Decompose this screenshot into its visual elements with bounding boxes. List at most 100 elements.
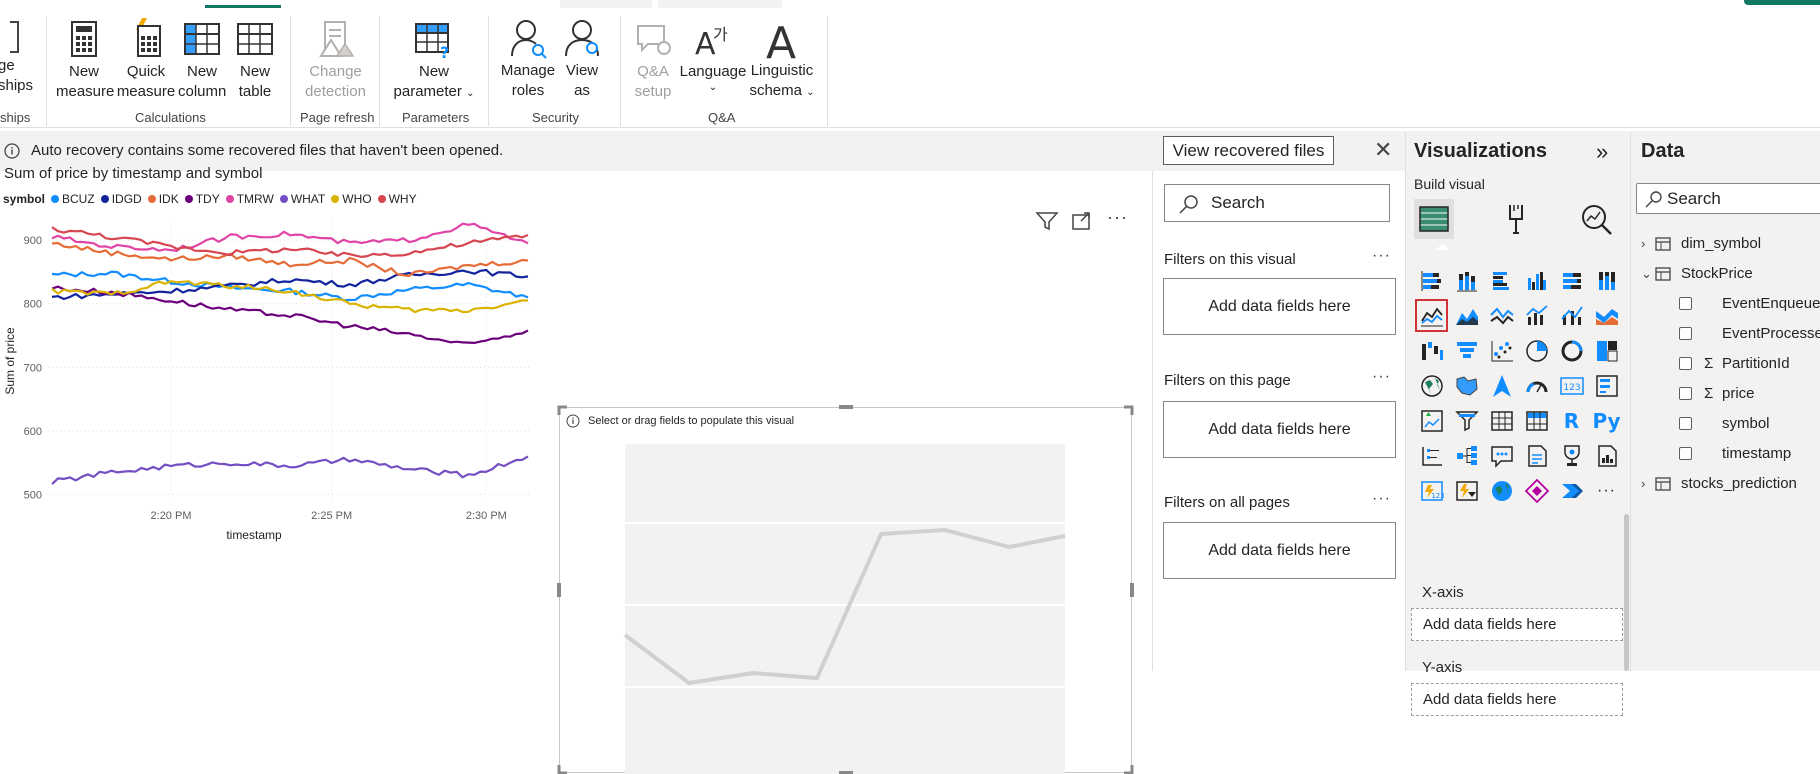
- legend-item[interactable]: TDY: [184, 192, 220, 206]
- focus-mode-icon[interactable]: [1071, 211, 1093, 231]
- collapse-pane-icon[interactable]: »: [1596, 139, 1608, 165]
- field-symbol[interactable]: symbol: [1679, 415, 1770, 432]
- line-chart[interactable]: 500 600 700 800 900 2:20 PM 2:25 PM 2:30 PM time…: [0, 211, 540, 631]
- filters-search-input[interactable]: Search: [1164, 184, 1390, 222]
- build-visual-tab[interactable]: [1414, 199, 1454, 239]
- viz-more-button[interactable]: ···: [1589, 473, 1624, 508]
- viz-azure-map-button[interactable]: [1484, 368, 1519, 403]
- viz-qa-button[interactable]: [1484, 438, 1519, 473]
- viz-clustered-column-button[interactable]: [1519, 263, 1554, 298]
- qa-setup-button[interactable]: Q&A setup: [630, 20, 676, 102]
- viz-area-chart-button[interactable]: [1449, 298, 1484, 333]
- field-checkbox[interactable]: [1679, 297, 1692, 310]
- filters-on-page-drop[interactable]: Add data fields here: [1163, 401, 1396, 458]
- legend-item[interactable]: WHAT: [279, 192, 325, 206]
- x-axis-drop[interactable]: Add data fields here: [1411, 608, 1623, 641]
- legend-item[interactable]: WHY: [377, 192, 417, 206]
- viz-100-stacked-bar-button[interactable]: [1554, 263, 1589, 298]
- viz-stacked-area-button[interactable]: [1484, 298, 1519, 333]
- language-button[interactable]: A가 Language ⌄: [679, 20, 747, 94]
- viz-multirow-card-button[interactable]: [1589, 368, 1624, 403]
- viz-ribbon-chart-button[interactable]: [1589, 298, 1624, 333]
- viz-slicer-button[interactable]: [1449, 403, 1484, 438]
- new-parameter-button[interactable]: ? New parameter ⌄: [390, 20, 478, 104]
- viz-goals-button[interactable]: [1554, 438, 1589, 473]
- viz-card-button[interactable]: 123: [1554, 368, 1589, 403]
- publish-button-edge[interactable]: [1744, 0, 1820, 5]
- field-checkbox[interactable]: [1679, 327, 1692, 340]
- series-line-why[interactable]: [51, 226, 529, 259]
- view-as-button[interactable]: View as: [560, 18, 604, 101]
- close-icon[interactable]: ✕: [1374, 139, 1392, 161]
- viz-power-apps-2-button[interactable]: [1519, 473, 1554, 508]
- viz-map-button[interactable]: [1414, 368, 1449, 403]
- field-checkbox[interactable]: [1679, 357, 1692, 370]
- field-price[interactable]: Σ price: [1679, 385, 1755, 402]
- viz-matrix-button[interactable]: [1519, 403, 1554, 438]
- viz-100-stacked-column-button[interactable]: [1589, 263, 1624, 298]
- viz-power-apps-button[interactable]: 123: [1414, 473, 1449, 508]
- viz-scatter-button[interactable]: [1484, 333, 1519, 368]
- viz-stacked-column-button[interactable]: [1449, 263, 1484, 298]
- viz-table-button[interactable]: [1484, 403, 1519, 438]
- manage-relationships-button[interactable]: ge ships: [0, 18, 33, 96]
- series-line-tdy[interactable]: [51, 285, 529, 344]
- field-timestamp[interactable]: timestamp: [1679, 445, 1791, 462]
- viz-waterfall-button[interactable]: [1414, 333, 1449, 368]
- viz-key-influencers-button[interactable]: [1414, 438, 1449, 473]
- viz-clustered-bar-button[interactable]: [1484, 263, 1519, 298]
- viz-smart-narrative-button[interactable]: [1519, 438, 1554, 473]
- viz-funnel-button[interactable]: [1449, 333, 1484, 368]
- new-measure-button[interactable]: New measure: [56, 20, 114, 102]
- analytics-tab[interactable]: [1576, 199, 1616, 239]
- field-eventprocessedutctime[interactable]: EventProcessedUtcTime: [1679, 325, 1820, 342]
- field-checkbox[interactable]: [1679, 447, 1692, 460]
- field-checkbox[interactable]: [1679, 417, 1692, 430]
- new-table-button[interactable]: New table: [232, 20, 278, 102]
- table-stockprice[interactable]: ⌄ StockPrice: [1641, 265, 1753, 282]
- viz-line-clustered-column-button[interactable]: [1554, 298, 1589, 333]
- viz-filled-map-button[interactable]: [1449, 368, 1484, 403]
- viz-power-automate-button[interactable]: [1449, 473, 1484, 508]
- legend-item[interactable]: BCUZ: [51, 192, 95, 206]
- series-line-what[interactable]: [51, 455, 529, 485]
- filters-on-all-pages-drop[interactable]: Add data fields here: [1163, 522, 1396, 579]
- viz-power-automate-2-button[interactable]: [1554, 473, 1589, 508]
- viz-scrollbar[interactable]: [1624, 514, 1629, 671]
- viz-python-visual-button[interactable]: Py: [1589, 403, 1624, 438]
- linguistic-schema-button[interactable]: A Linguistic schema ⌄: [748, 18, 816, 103]
- viz-paginated-report-button[interactable]: [1589, 438, 1624, 473]
- format-visual-tab[interactable]: [1496, 199, 1536, 239]
- viz-stacked-bar-button[interactable]: [1414, 263, 1449, 298]
- table-dim-symbol[interactable]: › dim_symbol: [1641, 235, 1761, 252]
- filter-icon[interactable]: [1035, 211, 1059, 231]
- more-options-icon[interactable]: ···: [1372, 247, 1391, 265]
- quick-measure-button[interactable]: Quick measure: [113, 18, 179, 102]
- table-stocks-prediction[interactable]: › stocks_prediction: [1641, 475, 1797, 492]
- viz-arcgis-button[interactable]: [1484, 473, 1519, 508]
- viz-kpi-button[interactable]: [1414, 403, 1449, 438]
- manage-roles-button[interactable]: Manage roles: [498, 18, 558, 101]
- viz-pie-button[interactable]: [1519, 333, 1554, 368]
- legend-item[interactable]: IDK: [147, 192, 179, 206]
- legend-item[interactable]: WHO: [331, 192, 372, 206]
- field-checkbox[interactable]: [1679, 387, 1692, 400]
- more-options-icon[interactable]: ···: [1372, 368, 1391, 386]
- viz-treemap-button[interactable]: [1589, 333, 1624, 368]
- viz-line-column-button[interactable]: [1519, 298, 1554, 333]
- viz-line-chart-button[interactable]: [1414, 298, 1449, 333]
- report-canvas[interactable]: Sum of price by timestamp and symbol sym…: [0, 165, 1152, 774]
- data-search-input[interactable]: Search: [1636, 183, 1820, 214]
- filters-on-visual-drop[interactable]: Add data fields here: [1163, 278, 1396, 335]
- viz-gauge-button[interactable]: [1519, 368, 1554, 403]
- legend-item[interactable]: TMRW: [225, 192, 274, 206]
- new-column-button[interactable]: New column: [178, 20, 226, 102]
- y-axis-drop[interactable]: Add data fields here: [1411, 683, 1623, 716]
- view-recovered-files-button[interactable]: View recovered files: [1163, 136, 1334, 165]
- more-options-icon[interactable]: ···: [1372, 490, 1391, 508]
- viz-donut-button[interactable]: [1554, 333, 1589, 368]
- legend-item[interactable]: IDGD: [100, 192, 142, 206]
- field-partitionid[interactable]: Σ PartitionId: [1679, 355, 1790, 372]
- viz-decomposition-tree-button[interactable]: [1449, 438, 1484, 473]
- viz-r-visual-button[interactable]: R: [1554, 403, 1589, 438]
